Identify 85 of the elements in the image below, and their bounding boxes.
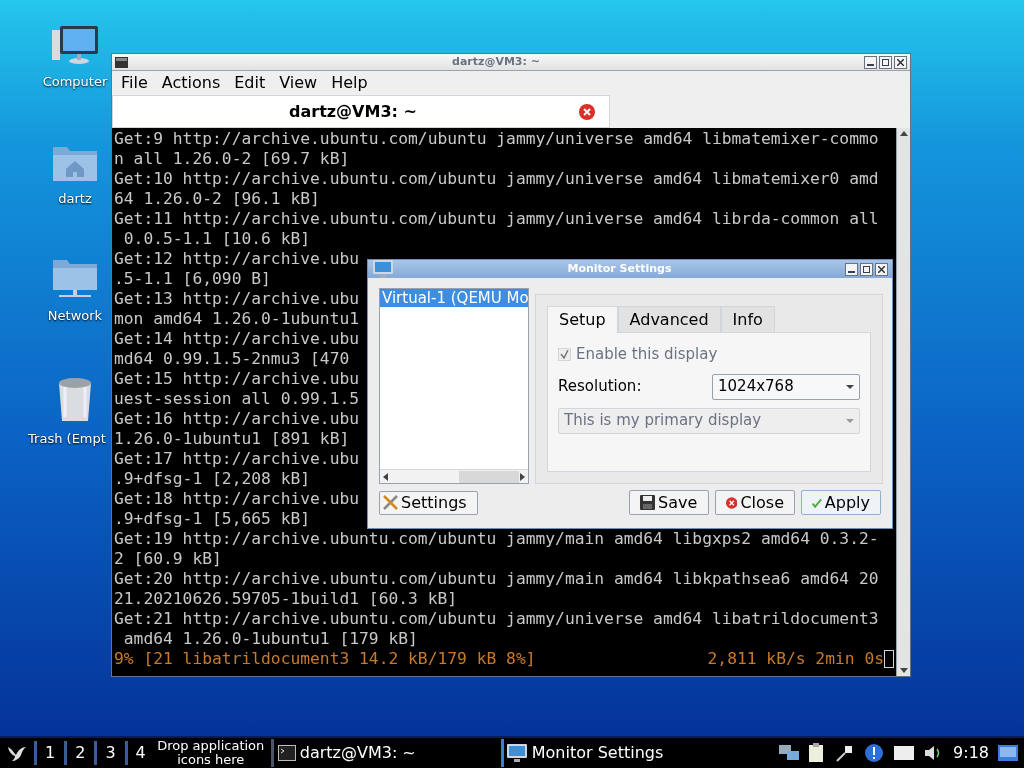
minimize-button[interactable] <box>845 262 858 276</box>
info-icon[interactable] <box>864 743 885 763</box>
desktop-icon-label[interactable]: dartz <box>58 189 92 209</box>
tab[interactable]: Info <box>720 306 775 333</box>
terminal-line: Get:20 http://archive.ubuntu.com/ubuntu jammy/main amd64 libkpathsea6 amd64 20 <box>114 569 879 589</box>
terminal-line: .9+dfsg-1 [2,208 kB] <box>114 469 311 489</box>
drive-icon[interactable] <box>893 744 916 762</box>
terminal-line: Get:19 http://archive.ubuntu.com/ubuntu jammy/main amd64 libgxps2 amd64 0.3.2- <box>114 529 879 549</box>
close-icon <box>579 103 595 120</box>
arrow-up-icon[interactable] <box>899 131 908 136</box>
resolution-dropdown[interactable]: 1024x768 <box>712 373 860 400</box>
workspace-button[interactable]: 2 <box>75 741 86 765</box>
close-button[interactable]: Close <box>715 490 795 515</box>
save-button[interactable]: Save <box>629 490 709 515</box>
terminal-line: Get:14 http://archive.ubu <box>114 329 360 349</box>
taskbar-task[interactable]: dartz@VM3: ~ <box>270 739 501 767</box>
scrollbar[interactable] <box>896 128 910 676</box>
terminal-line: Get:12 http://archive.ubu <box>114 249 360 269</box>
terminal-line: Get:17 http://archive.ubu <box>114 449 360 469</box>
terminal-line: Get:13 http://archive.ubu <box>114 289 360 309</box>
caret-icon <box>846 418 854 423</box>
progress-text: 9% [21 libatrildocument3 14.2 kB/179 kB 8%] <box>114 649 536 669</box>
window-title: dartz@VM3: ~ <box>452 53 540 70</box>
arrow-right-icon[interactable] <box>520 472 525 481</box>
maximize-button[interactable] <box>860 262 873 276</box>
terminal-line: Get:10 http://archive.ubuntu.com/ubuntu jammy/universe amd64 libmatemixer0 amd <box>114 169 879 189</box>
terminal-line: Get:18 http://archive.ubu <box>114 489 360 509</box>
download-speed: 2,811 kB/s 2min 0s <box>707 649 884 669</box>
menu-item[interactable]: File <box>121 71 148 95</box>
menu-item[interactable]: Help <box>331 71 368 95</box>
workspace-button[interactable]: 1 <box>45 741 56 765</box>
apply-button[interactable]: Apply <box>801 490 881 515</box>
monitor-icon <box>505 743 528 763</box>
minimize-button[interactable] <box>864 55 877 69</box>
close-icon <box>897 58 904 66</box>
monitor-icon <box>372 259 394 279</box>
menu-item[interactable]: View <box>279 71 318 95</box>
resolution-label: Resolution: <box>558 376 643 398</box>
maximize-button[interactable] <box>879 55 892 69</box>
terminal-line: 0.0.5-1.1 [10.6 kB] <box>122 229 311 249</box>
dialog-title: Monitor Settings <box>567 260 672 277</box>
menu-item[interactable]: Actions <box>161 71 221 95</box>
computer-icon <box>50 24 100 66</box>
terminal-line: n all 1.26.0-2 [69.7 kB] <box>114 149 350 169</box>
tab[interactable]: Setup <box>547 306 618 333</box>
checkbox-label: Enable this display <box>576 344 718 365</box>
menu-item[interactable]: Edit <box>234 71 266 95</box>
clock[interactable]: 9:18 <box>953 741 989 765</box>
close-button[interactable] <box>875 262 888 276</box>
terminal-line: .9+dfsg-1 [5,665 kB] <box>114 509 311 529</box>
cursor <box>884 650 894 668</box>
terminal-tab[interactable]: dartz@VM3: ~ <box>112 95 610 128</box>
terminal-icon <box>115 56 128 68</box>
terminal-line: 2 [60.9 kB] <box>114 549 222 569</box>
terminal-line: md64 0.99.1.5-2nmu3 [470 <box>114 349 350 369</box>
close-icon <box>726 494 738 511</box>
arrow-left-icon[interactable] <box>383 472 388 481</box>
desktop-icon-label[interactable]: Network <box>47 306 103 326</box>
terminal-line: 21.20210626.59705-1build1 [60.3 kB] <box>114 589 458 609</box>
arrow-down-icon[interactable] <box>899 668 908 673</box>
terminal-line: uest-session all 0.99.1.5 <box>114 389 360 409</box>
terminal-line: Get:11 http://archive.ubuntu.com/ubuntu jammy/universe amd64 librda-common all <box>114 209 879 229</box>
terminal-icon <box>277 745 296 761</box>
terminal-line: Get:21 http://archive.ubuntu.com/ubuntu jammy/universe amd64 libatrildocument3 <box>114 609 879 629</box>
tab[interactable]: Advanced <box>617 306 721 333</box>
settings-button[interactable]: Settings <box>379 490 478 515</box>
terminal-line: Get:16 http://archive.ubu <box>114 409 360 429</box>
terminal-line: 64 1.26.0-2 [96.1 kB] <box>114 189 320 209</box>
workspace-button[interactable]: 3 <box>105 741 116 765</box>
caret-icon <box>846 384 854 389</box>
network-icon[interactable] <box>779 744 800 762</box>
close-icon <box>878 265 885 273</box>
launcher-hint: Drop application icons here <box>156 739 266 767</box>
tools-icon <box>382 494 399 511</box>
terminal-line: mon amd64 1.26.0-1ubuntu1 <box>114 309 360 329</box>
terminal-line: Get:15 http://archive.ubu <box>114 369 360 389</box>
terminal-line: amd64 1.26.0-1ubuntu1 [179 kB] <box>122 629 418 649</box>
workspace-button[interactable]: 4 <box>135 741 146 765</box>
terminal-line: Get:9 http://archive.ubuntu.com/ubuntu jammy/universe amd64 libmatemixer-commo <box>114 129 879 149</box>
close-button[interactable] <box>894 55 907 69</box>
taskbar-task[interactable]: Monitor Settings <box>500 739 741 767</box>
desktop-icon-label[interactable]: Trash (Empt <box>28 429 106 449</box>
horizontal-scrollbar[interactable] <box>380 469 528 483</box>
terminal-line: .5-1.1 [6,090 B] <box>114 269 271 289</box>
terminal-line: 1.26.0-1ubuntu1 [891 kB] <box>114 429 350 449</box>
